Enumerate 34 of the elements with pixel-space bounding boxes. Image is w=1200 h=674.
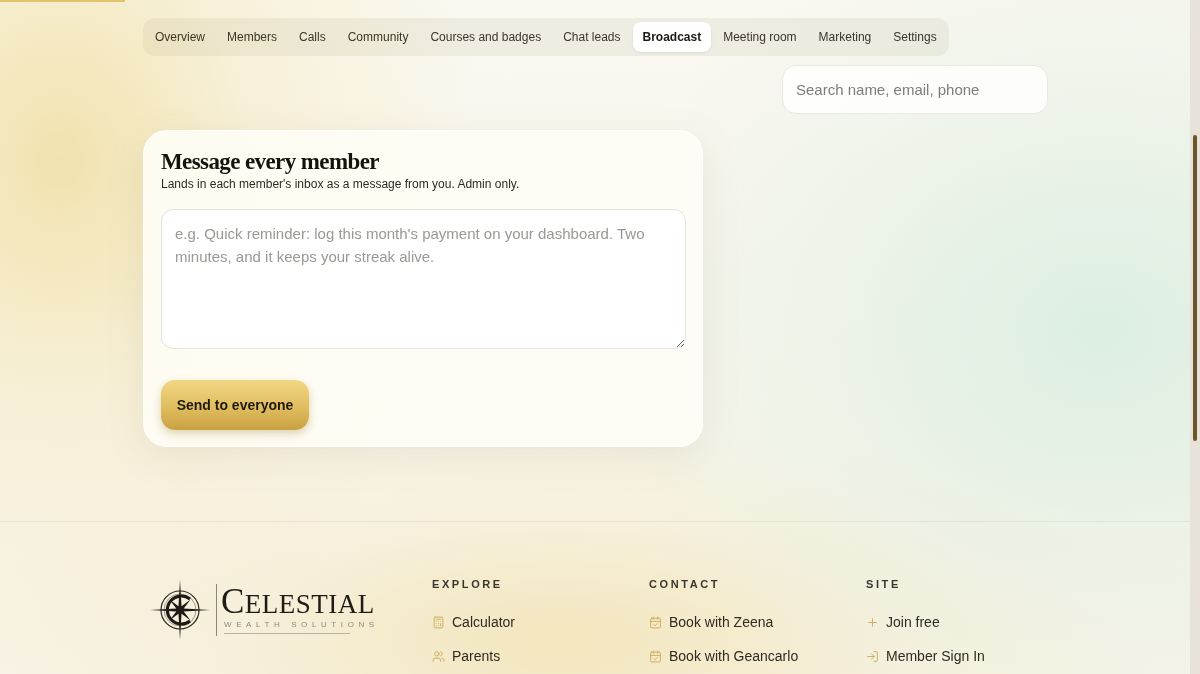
footer-link[interactable]: Calculator bbox=[432, 612, 516, 632]
calculator-icon bbox=[432, 615, 445, 629]
nav-tab[interactable]: Marketing bbox=[807, 22, 883, 52]
nav-tab[interactable]: Overview bbox=[144, 22, 216, 52]
calendar-check-icon bbox=[649, 615, 662, 629]
card-title: Message every member bbox=[161, 148, 379, 176]
nav-tab[interactable]: Chat leads bbox=[552, 22, 632, 52]
send-button[interactable]: Send to everyone bbox=[161, 380, 309, 430]
message-field[interactable]: e.g. Quick reminder: log this month's payment on your dashboard. Two minutes, and it keeps your streak alive. bbox=[161, 209, 686, 349]
nav-tab[interactable]: Meeting room bbox=[712, 22, 808, 52]
scrollbar-track[interactable] bbox=[1190, 0, 1200, 674]
nav-tab[interactable]: Members bbox=[216, 22, 289, 52]
nav-tab[interactable]: Community bbox=[336, 22, 420, 52]
footer-heading: CONTACT bbox=[649, 577, 721, 591]
logo-tagline: WEALTH SOLUTIONS bbox=[224, 619, 379, 630]
footer-link[interactable]: Join free bbox=[866, 612, 985, 632]
nav-tab[interactable]: Calls bbox=[288, 22, 337, 52]
scrollbar-thumb[interactable] bbox=[1193, 135, 1197, 441]
footer-link[interactable]: Book with Zeena bbox=[649, 612, 799, 632]
plus-icon bbox=[866, 615, 879, 629]
people-icon bbox=[432, 649, 445, 663]
logo-wordmark: CELESTIAL bbox=[221, 586, 375, 619]
login-icon bbox=[866, 649, 879, 663]
search-field[interactable]: Search name, email, phone bbox=[782, 65, 1048, 114]
footer-heading: SITE bbox=[866, 577, 901, 591]
footer-link[interactable]: Parents bbox=[432, 646, 516, 666]
nav-tab[interactable]: Broadcast bbox=[632, 22, 712, 52]
calendar-check-icon bbox=[649, 649, 662, 663]
nav-tab[interactable]: Courses and badges bbox=[419, 22, 553, 52]
footer-link[interactable]: Book with Geancarlo bbox=[649, 646, 799, 666]
footer-heading: EXPLORE bbox=[432, 577, 503, 591]
nav-tab[interactable]: Settings bbox=[882, 22, 948, 52]
footer-link[interactable]: Member Sign In bbox=[866, 646, 985, 666]
card-subtitle: Lands in each member's inbox as a message from you. Admin only. bbox=[161, 177, 520, 192]
